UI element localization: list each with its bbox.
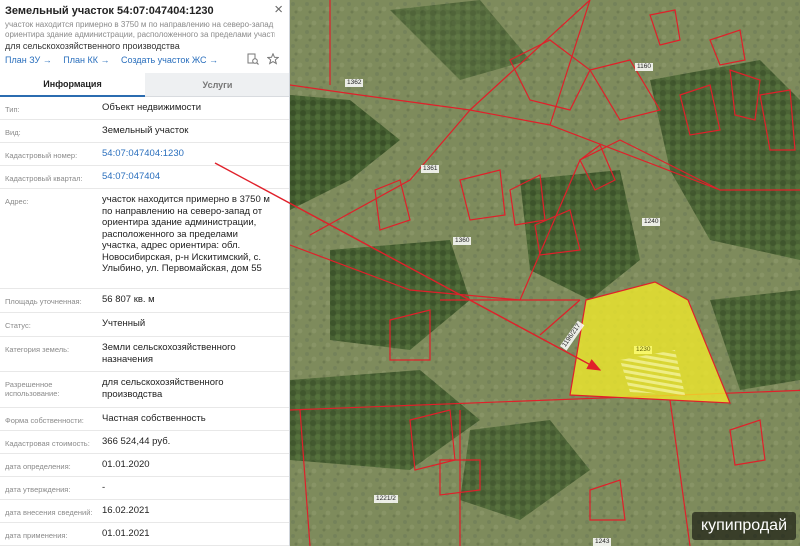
description-line: ориентира здание администрации, располож…: [5, 30, 275, 39]
attribute-value: Частная собственность: [102, 413, 206, 424]
parcel-label[interactable]: 1240: [642, 218, 661, 226]
tab-services[interactable]: Услуги: [145, 73, 289, 97]
attribute-row: Категория земель: Земли сельскохозяйстве…: [0, 337, 289, 372]
attribute-label: Кадастровый квартал:: [5, 174, 83, 183]
attribute-value: Земли сельскохозяйственного назначения: [102, 342, 236, 365]
parcel-label[interactable]: 1160: [635, 63, 653, 71]
attribute-row: Разрешенное использование: для сельскохо…: [0, 372, 289, 408]
attribute-label: дата утверждения:: [5, 485, 71, 494]
panel-tools: [247, 53, 279, 65]
attribute-row: дата внесения сведений: 16.02.2021: [0, 500, 289, 523]
panel-title: Земельный участок 54:07:047404:1230: [5, 5, 214, 17]
attribute-label: Статус:: [5, 321, 31, 330]
attribute-label: Категория земель:: [5, 345, 70, 354]
attribute-row: Кадастровый номер: 54:07:047404:1230: [0, 143, 289, 166]
attribute-value: Объект недвижимости: [102, 102, 202, 113]
attribute-label: дата внесения сведений:: [5, 508, 93, 517]
attribute-value: 16.02.2021: [102, 505, 150, 516]
attribute-row: Тип: Объект недвижимости: [0, 97, 289, 120]
create-parcel-link[interactable]: Создать участок ЖС →: [121, 55, 218, 65]
attribute-label: дата применения:: [5, 531, 68, 540]
attribute-label: Адрес:: [5, 197, 29, 206]
attribute-row: Кадастровая стоимость: 366 524,44 руб.: [0, 431, 289, 454]
attribute-value: участок находится примерно в 3750 м по н…: [102, 194, 270, 274]
cadastral-quarter-link[interactable]: 54:07:047404: [102, 171, 282, 183]
parcel-label[interactable]: 1361: [421, 165, 440, 173]
description-line: участок находится примерно в 3750 м по н…: [5, 20, 275, 29]
attribute-label: Тип:: [5, 105, 20, 114]
attribute-value: 56 807 кв. м: [102, 294, 155, 305]
panel-tabs: Информация Услуги: [0, 73, 289, 97]
attribute-row: Кадастровый квартал: 54:07:047404: [0, 166, 289, 189]
tab-information[interactable]: Информация: [0, 73, 145, 97]
search-doc-icon[interactable]: [247, 53, 259, 65]
attribute-value: 01.01.2020: [102, 459, 150, 470]
attribute-label: Вид:: [5, 128, 21, 137]
plan-kk-link[interactable]: План КК →: [63, 55, 109, 65]
info-panel: Земельный участок 54:07:047404:1230 × уч…: [0, 0, 290, 546]
selected-parcel-label[interactable]: 1230: [634, 346, 653, 354]
attribute-value: Учтенный: [102, 318, 146, 329]
attribute-row: Статус: Учтенный: [0, 313, 289, 337]
action-links: План ЗУ → План КК → Создать участок ЖС →: [5, 55, 227, 65]
star-icon[interactable]: [267, 53, 279, 65]
attribute-row: Вид: Земельный участок: [0, 120, 289, 143]
attribute-value: -: [102, 482, 106, 493]
cadastral-number-link[interactable]: 54:07:047404:1230: [102, 148, 282, 160]
satellite-imagery: [290, 0, 800, 546]
attribute-label: Форма собственности:: [5, 416, 84, 425]
attribute-label: Кадастровая стоимость:: [5, 439, 90, 448]
attribute-row: дата применения: 01.01.2021: [0, 523, 289, 546]
plan-zu-link[interactable]: План ЗУ →: [5, 55, 52, 65]
attribute-label: дата определения:: [5, 462, 71, 471]
attribute-value: Земельный участок: [102, 125, 189, 136]
parcel-label[interactable]: 1221/2: [374, 495, 398, 503]
attribute-row: Адрес: участок находится примерно в 3750…: [0, 189, 289, 289]
attribute-label: Разрешенное использование:: [5, 380, 60, 398]
attribute-value: 366 524,44 руб.: [102, 436, 171, 447]
panel-purpose: для сельскохозяйственного производства: [5, 41, 180, 51]
panel-description: участок находится примерно в 3750 м по н…: [5, 20, 275, 40]
attribute-row: дата определения: 01.01.2020: [0, 454, 289, 477]
parcel-label[interactable]: 1243: [593, 538, 612, 546]
attribute-row: Форма собственности: Частная собственнос…: [0, 408, 289, 431]
attribute-row: Площадь уточненная: 56 807 кв. м: [0, 289, 289, 313]
watermark: купипродай: [691, 512, 796, 540]
attribute-value: 01.01.2021: [102, 528, 150, 539]
attribute-label: Площадь уточненная:: [5, 297, 82, 306]
cadastral-map[interactable]: 1362 1160 1361 1360 1240 1230 1196/217 1…: [290, 0, 800, 546]
parcel-label[interactable]: 1360: [453, 237, 472, 245]
parcel-label[interactable]: 1362: [345, 79, 364, 87]
attribute-row: дата утверждения: -: [0, 477, 289, 500]
attribute-label: Кадастровый номер:: [5, 151, 78, 160]
close-button[interactable]: ×: [274, 2, 283, 17]
attribute-value: для сельскохозяйственного производства: [102, 377, 224, 400]
attribute-list: Тип: Объект недвижимости Вид: Земельный …: [0, 97, 289, 546]
